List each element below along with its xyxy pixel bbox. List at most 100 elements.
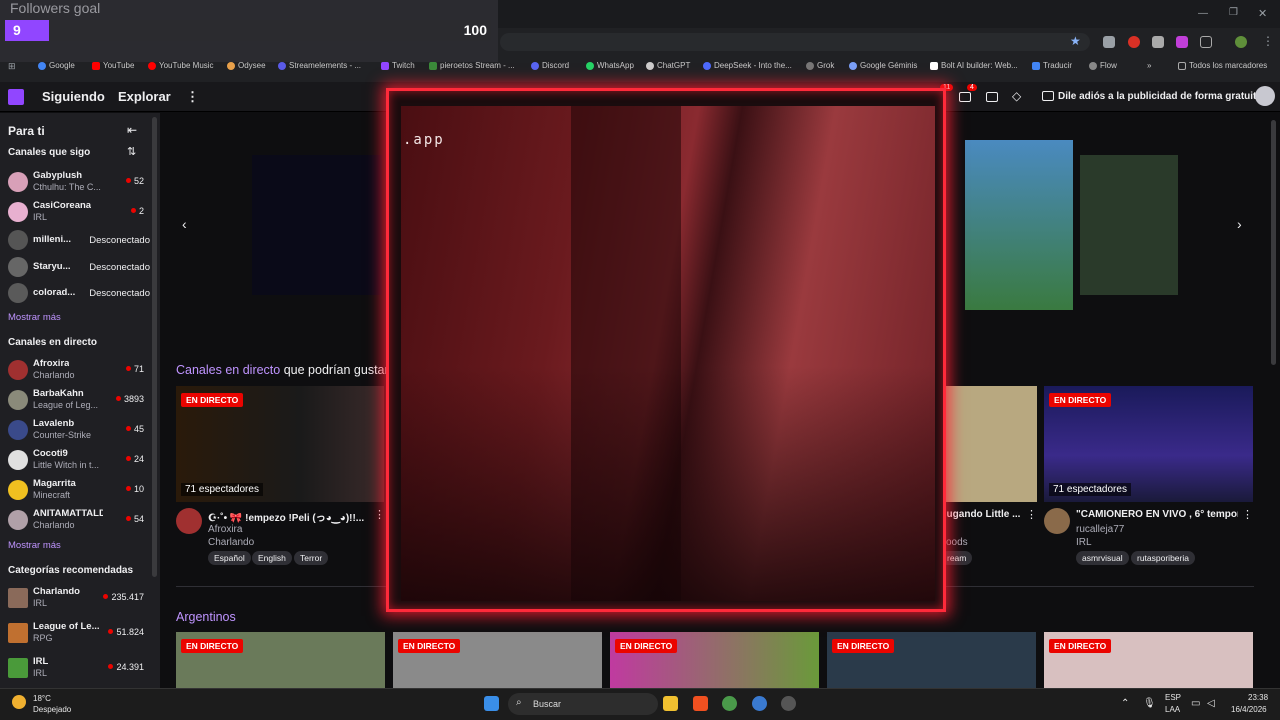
sidebar-category-lol[interactable]: League of Le... RPG 51.824 [0,619,150,647]
stream-card-thumbnail[interactable]: EN DIRECTO [176,632,385,688]
tag[interactable]: asmrvisual [1076,551,1129,565]
nav-following[interactable]: Siguiendo [42,89,105,104]
sidebar-live-barbakahn[interactable]: BarbaKahn League of Leg... 3893 [0,386,150,414]
stream-card-thumbnail[interactable]: EN DIRECTO 71 espectadores [1044,386,1253,502]
bookmark-odysee[interactable]: Odysee [227,61,266,70]
stream-card-thumbnail[interactable]: EN DIRECTO 71 espectadores [176,386,384,502]
apps-grid-icon[interactable]: ⊞ [8,61,16,72]
category-name[interactable]: oods [946,537,968,548]
download-extension-icon[interactable] [1176,36,1188,48]
carousel-next-icon[interactable]: › [1237,216,1242,232]
obs-icon[interactable] [781,696,796,711]
card-menu-icon[interactable]: ⋮ [374,508,385,521]
weather-desc[interactable]: Despejado [33,705,71,714]
bookmark-discord[interactable]: Discord [531,61,569,70]
chrome-profile-icon[interactable] [752,696,767,711]
channel-name[interactable]: Afroxira [208,524,242,535]
user-avatar[interactable] [1255,86,1275,106]
sidebar-live-anitamattaldi[interactable]: ANITAMATTALDI Charlando 54 [0,506,150,534]
stream-card-thumbnail[interactable]: EN DIRECTO [393,632,602,688]
bookmark-whatsapp[interactable]: WhatsApp [586,61,634,70]
bookmark-pieroetos[interactable]: pieroetos Stream - ... [429,61,515,70]
category-name[interactable]: Charlando [208,537,254,548]
bookmark-youtube-music[interactable]: YouTube Music [148,61,214,70]
bookmark-bolt[interactable]: Bolt AI builder: Web... [930,61,1018,70]
sidebar-live-magarrita[interactable]: Magarrita Minecraft 10 [0,476,150,504]
bookmark-flow[interactable]: Flow [1089,61,1117,70]
microphone-icon[interactable]: 🎙 [1143,698,1156,709]
ad-free-link[interactable]: Dile adiós a la publicidad de forma grat… [1058,91,1262,102]
chrome-icon[interactable] [722,696,737,711]
sidebar-category-irl[interactable]: IRL IRL 24.391 [0,654,150,682]
stream-card-thumbnail[interactable]: EN DIRECTO [827,632,1036,688]
clock-date[interactable]: 16/4/2026 [1231,705,1267,714]
collapse-sidebar-icon[interactable]: ⇤ [127,123,137,137]
bookmark-gemini[interactable]: Google Géminis [849,61,917,70]
address-bar[interactable] [500,33,1090,51]
bookmark-traducir[interactable]: Traducir [1032,61,1072,70]
tag[interactable]: Español [208,551,251,565]
nav-explore[interactable]: Explorar [118,89,171,104]
tag[interactable]: Terror [294,551,329,565]
sidebar-channel-offline-2[interactable]: Staryu... Desconectado [0,253,150,281]
sidebar-live-afroxira[interactable]: Afroxira Charlando 71 [0,356,150,384]
section-link[interactable]: Canales en directo [176,363,280,377]
camera-extension-icon[interactable] [1103,36,1115,48]
maximize-button[interactable]: ❐ [1229,7,1238,18]
bookmark-chatgpt[interactable]: ChatGPT [646,61,690,70]
bookmark-deepseek[interactable]: DeepSeek - Into the... [703,61,792,70]
keyboard-layout[interactable]: LAA [1165,705,1180,714]
stream-title[interactable]: Jugando Little ... [941,509,1021,520]
brave-icon[interactable] [693,696,708,711]
sidebar-channel-offline-1[interactable]: milleni... Desconectado [0,226,150,254]
network-icon[interactable]: ▭ [1191,698,1200,709]
taskbar-search[interactable]: ⌕ Buscar [508,693,658,715]
stream-card-thumbnail[interactable] [941,386,1037,502]
main-scrollbar[interactable] [1271,120,1276,365]
show-more-live[interactable]: Mostrar más [8,540,61,551]
carousel-prev-icon[interactable]: ‹ [182,216,187,232]
card-menu-icon[interactable]: ⋮ [1242,508,1253,521]
whispers-icon[interactable] [986,92,998,102]
bits-icon[interactable]: ◇ [1012,89,1021,103]
bookmark-twitch[interactable]: Twitch [381,61,415,70]
record-extension-icon[interactable] [1128,36,1140,48]
browser-menu-icon[interactable]: ⋮ [1262,34,1274,48]
windows-start-icon[interactable] [484,696,499,711]
sidebar-category-charlando[interactable]: Charlando IRL 235.417 [0,584,150,612]
sidebar-channel-offline-3[interactable]: colorad... Desconectado [0,279,150,307]
extension-icon[interactable] [1152,36,1164,48]
show-more-followed[interactable]: Mostrar más [8,312,61,323]
carousel-card-right[interactable] [1080,155,1178,295]
channel-avatar[interactable] [1044,508,1070,534]
stream-title[interactable]: "CAMIONERO EN VIVO , 6° tempor... [1076,509,1238,520]
channel-avatar[interactable] [176,508,202,534]
profile-avatar[interactable] [1235,36,1247,48]
file-explorer-icon[interactable] [663,696,678,711]
sidebar-scrollbar[interactable] [152,117,157,577]
carousel-card-anime[interactable] [965,140,1073,310]
tray-overflow-icon[interactable]: ⌃ [1121,698,1129,709]
stream-card-thumbnail[interactable]: EN DIRECTO [610,632,819,688]
twitch-logo-icon[interactable] [8,89,24,105]
extensions-puzzle-icon[interactable] [1200,36,1212,48]
bookmark-google[interactable]: Google [38,61,75,70]
section-argentinos[interactable]: Argentinos [176,610,236,624]
volume-icon[interactable]: ◁ [1207,698,1215,709]
bookmark-star-icon[interactable]: ★ [1070,34,1081,48]
sidebar-channel-gabyplush[interactable]: Gabyplush Cthulhu: The C... 52 [0,168,150,196]
nav-more-icon[interactable]: ⋮ [186,89,199,105]
bookmarks-overflow-button[interactable]: » [1147,61,1151,70]
category-name[interactable]: IRL [1076,537,1092,548]
sidebar-channel-casicoreana[interactable]: CasiCoreana IRL 2 [0,198,150,226]
weather-moon-icon[interactable] [12,695,26,709]
carousel-card[interactable] [252,155,382,295]
bookmark-streamelements[interactable]: Streamelements - ... [278,61,361,70]
all-bookmarks-folder[interactable]: Todos los marcadores [1178,61,1267,70]
weather-temp[interactable]: 18°C [33,694,51,703]
tag[interactable]: English [252,551,292,565]
sidebar-live-lavalenb[interactable]: Lavalenb Counter-Strike 45 [0,416,150,444]
channel-name[interactable]: rucalleja77 [1076,524,1124,535]
clock-time[interactable]: 23:38 [1248,693,1268,702]
language-code[interactable]: ESP [1165,693,1181,702]
